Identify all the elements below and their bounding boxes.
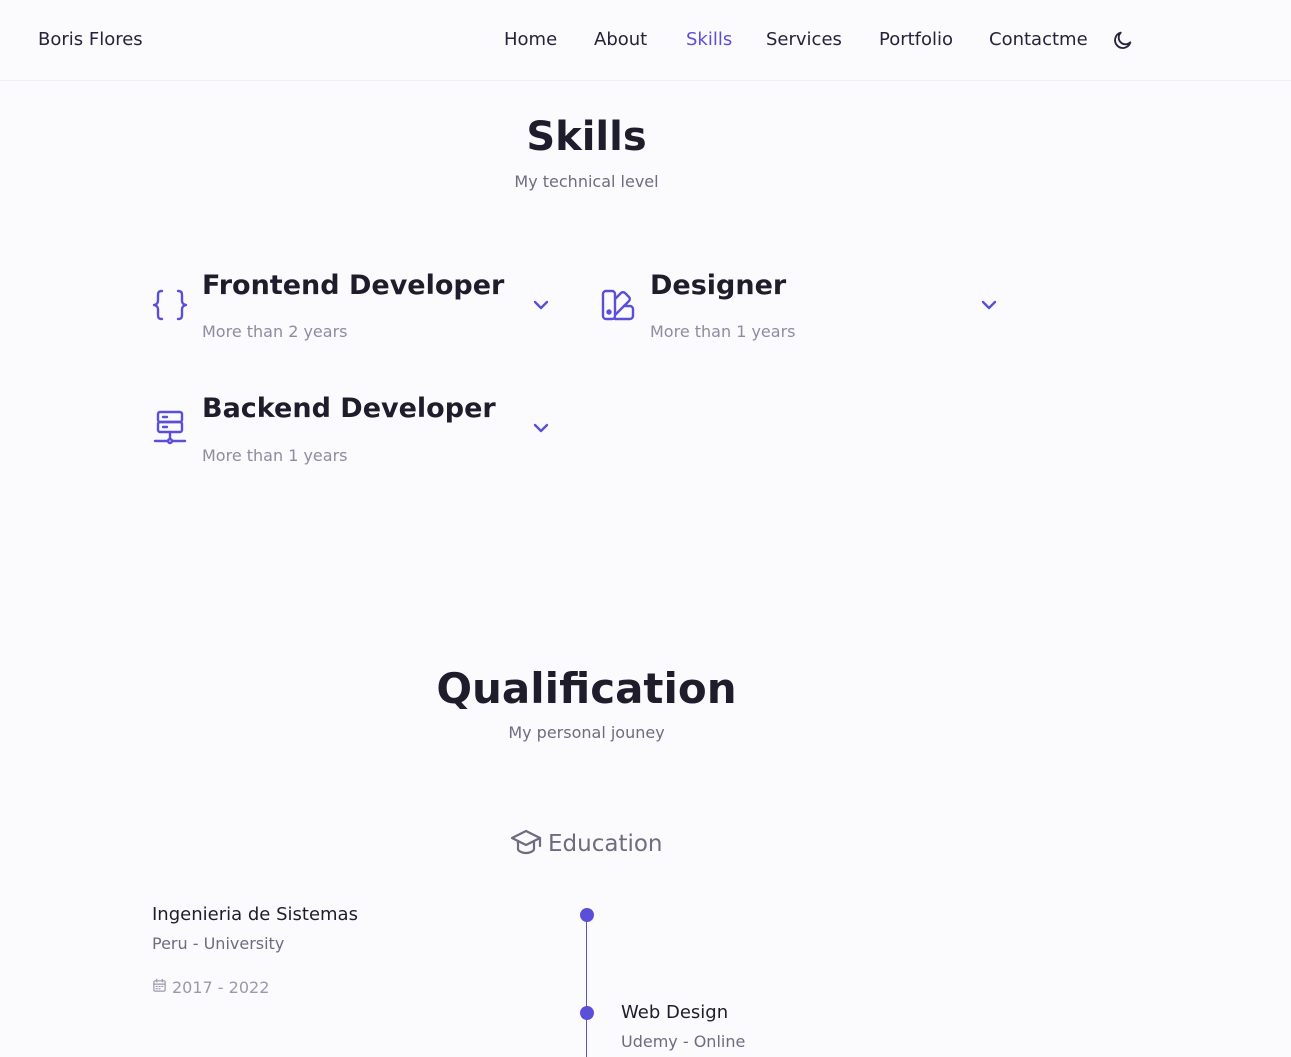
- logo[interactable]: Boris Flores: [38, 29, 143, 50]
- skill-title: Frontend Developer: [202, 270, 505, 301]
- skill-subtitle: More than 2 years: [202, 322, 348, 341]
- nav-about[interactable]: About: [594, 29, 647, 50]
- qualification-entry-subtitle: Udemy - Online: [621, 1032, 746, 1051]
- header: Boris Flores Home About Skills Services …: [0, 0, 1291, 81]
- graduation-cap-icon: [510, 827, 542, 861]
- qualification-subtitle: My personal jouney: [508, 723, 665, 742]
- timeline-line: [586, 915, 587, 1057]
- nav-portfolio[interactable]: Portfolio: [879, 29, 953, 50]
- qualification-entry-title: Web Design: [621, 1002, 729, 1023]
- qualification-title: Qualification: [436, 664, 737, 713]
- chevron-down-icon[interactable]: [531, 295, 551, 315]
- timeline-dot: [580, 908, 594, 922]
- timeline-dot: [580, 1006, 594, 1020]
- skill-title: Backend Developer: [202, 393, 496, 424]
- code-braces-icon: [152, 287, 188, 323]
- nav-home[interactable]: Home: [504, 29, 557, 50]
- tab-education-label: Education: [548, 831, 663, 857]
- skill-subtitle: More than 1 years: [650, 322, 796, 341]
- skill-title: Designer: [650, 270, 787, 301]
- tab-education[interactable]: Education: [510, 827, 663, 861]
- qualification-entry-title: Ingenieria de Sistemas: [152, 904, 358, 925]
- nav-skills[interactable]: Skills: [686, 29, 732, 50]
- qualification-entry-date: 2017 - 2022: [152, 978, 269, 997]
- moon-icon[interactable]: [1112, 29, 1134, 51]
- nav-contactme[interactable]: Contactme: [989, 29, 1088, 50]
- swatchbook-icon: [600, 287, 636, 323]
- skill-subtitle: More than 1 years: [202, 446, 348, 465]
- skills-title: Skills: [526, 114, 647, 160]
- qualification-entry-subtitle: Peru - University: [152, 934, 285, 953]
- chevron-down-icon[interactable]: [531, 418, 551, 438]
- qualification-entry-date-text: 2017 - 2022: [172, 978, 270, 997]
- calendar-icon: [152, 978, 167, 997]
- skills-subtitle: My technical level: [514, 172, 659, 191]
- chevron-down-icon[interactable]: [979, 295, 999, 315]
- server-network-icon: [152, 409, 188, 445]
- nav-services[interactable]: Services: [766, 29, 842, 50]
